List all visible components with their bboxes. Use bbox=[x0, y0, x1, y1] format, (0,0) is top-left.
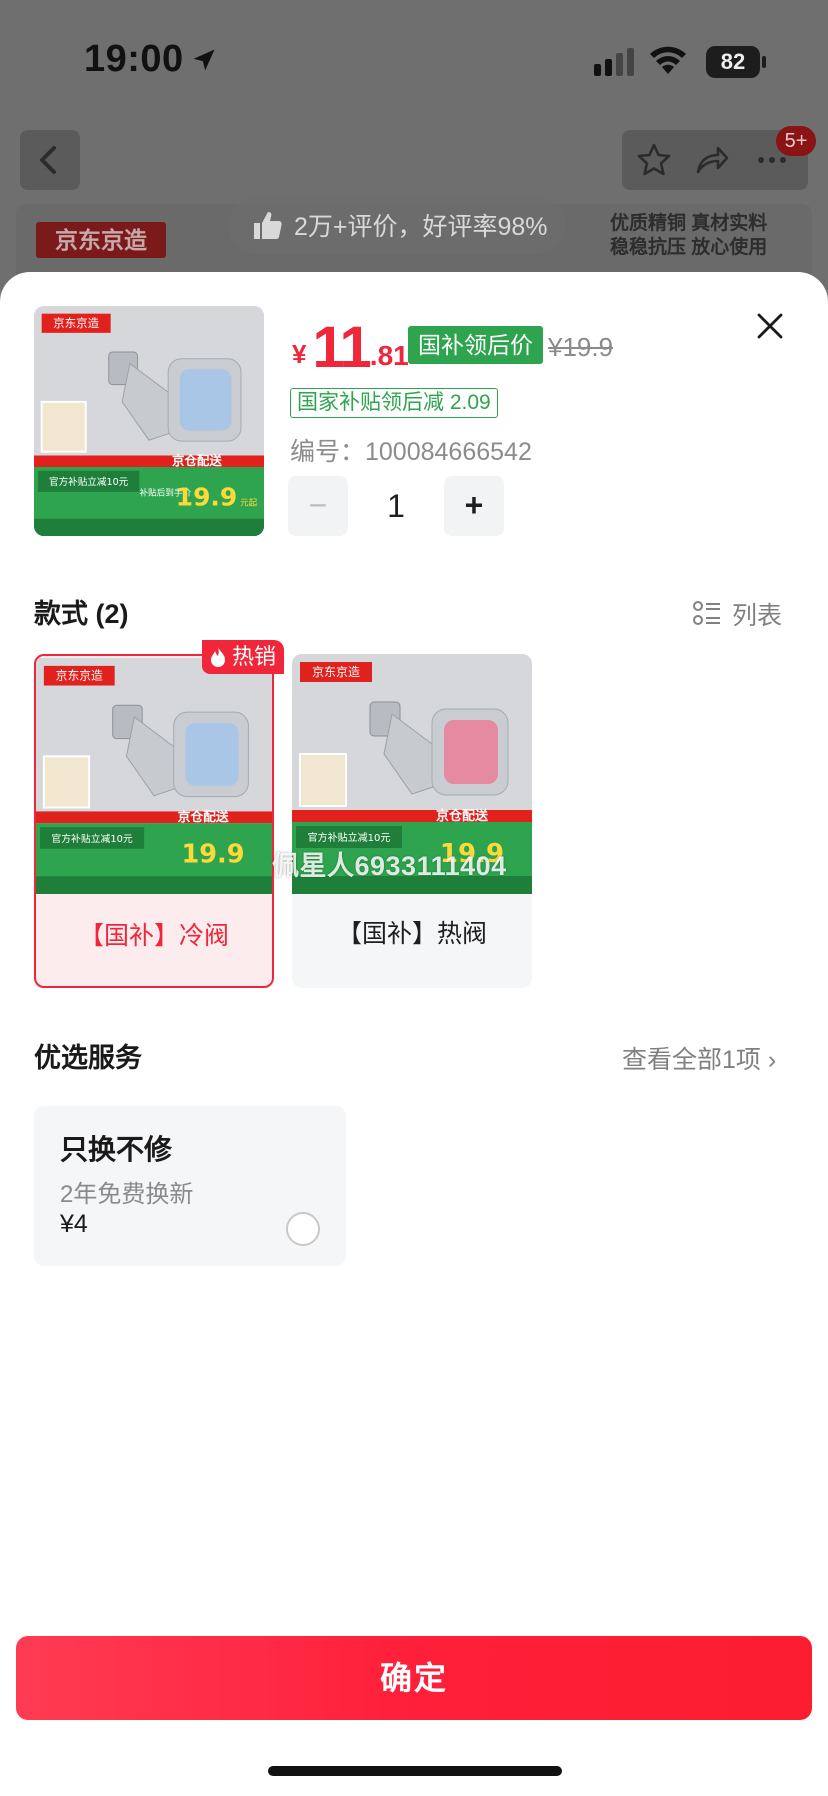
rating-text: 2万+评价，好评率98% bbox=[294, 213, 548, 241]
service-title: 只换不修 bbox=[60, 1134, 173, 1165]
sku-selector-sheet: 京东京造 京仓配送 官方补贴立减10元 补贴后到手价 19.9 元起 ¥ 11 … bbox=[0, 272, 828, 1796]
status-time: 19:00 bbox=[84, 38, 184, 80]
variant-subsidy: 官方补贴立减10元 bbox=[308, 831, 391, 844]
services-section-title: 优选服务 bbox=[34, 1043, 142, 1073]
variant-brand: 京东京造 bbox=[312, 665, 360, 679]
service-description: 2年免费换新 bbox=[60, 1181, 194, 1208]
variant-price: 19.9 bbox=[181, 840, 244, 870]
share-icon[interactable] bbox=[694, 142, 730, 178]
see-all-services-link[interactable]: 查看全部1项 › bbox=[622, 1040, 776, 1076]
status-bar: 19:00 82 bbox=[0, 0, 828, 120]
thumbs-up-icon bbox=[254, 212, 282, 239]
variant-label: 【国补】冷阀 bbox=[78, 922, 229, 950]
confirm-button[interactable]: 确定 bbox=[16, 1636, 812, 1720]
variant-brand: 京东京造 bbox=[56, 669, 103, 683]
quantity-stepper: − 1 + bbox=[288, 476, 504, 536]
hot-sale-label: 热销 bbox=[232, 644, 277, 669]
cart-count-badge: 5+ bbox=[776, 126, 816, 156]
thumb-brand: 京东京造 bbox=[53, 316, 99, 330]
feature-line: 稳稳抗压 放心使用 bbox=[610, 237, 768, 258]
hot-sale-badge: 热销 bbox=[202, 640, 285, 674]
flame-icon bbox=[211, 647, 225, 667]
original-price: ¥19.9 bbox=[548, 332, 614, 362]
price-decimal: .81 bbox=[369, 340, 409, 371]
styles-section-title: 款式 (2) bbox=[34, 599, 129, 629]
service-option-card[interactable]: 只换不修 2年免费换新 ¥4 bbox=[34, 1106, 346, 1266]
price: ¥ 11 .81 bbox=[292, 315, 409, 380]
location-arrow-icon bbox=[193, 49, 215, 71]
battery-cap bbox=[762, 56, 766, 68]
decrease-quantity-button[interactable]: − bbox=[288, 476, 348, 536]
price-symbol: ¥ bbox=[292, 339, 307, 369]
back-button[interactable] bbox=[20, 130, 80, 190]
rating-pill: 2万+评价，好评率98% bbox=[228, 196, 566, 254]
product-thumbnail: 京东京造 京仓配送 官方补贴立减10元 补贴后到手价 19.9 元起 bbox=[34, 306, 264, 536]
brand-tag: 京东京造 bbox=[36, 222, 166, 258]
cellular-signal-icon bbox=[594, 48, 634, 76]
thumb-price-unit: 元起 bbox=[240, 497, 258, 508]
list-icon bbox=[693, 601, 720, 625]
service-price: ¥4 bbox=[60, 1210, 88, 1238]
variant-subsidy: 官方补贴立减10元 bbox=[51, 832, 132, 845]
thumb-shipping: 京仓配送 bbox=[172, 453, 222, 468]
battery-level: 82 bbox=[706, 46, 760, 78]
service-radio-button[interactable] bbox=[286, 1212, 320, 1246]
home-indicator bbox=[268, 1766, 562, 1776]
wifi-icon bbox=[650, 46, 686, 74]
side-features: 优质精铜 真材实料 稳稳抗压 放心使用 bbox=[610, 212, 767, 260]
thumb-subsidy: 官方补贴立减10元 bbox=[49, 476, 129, 488]
quantity-value[interactable]: 1 bbox=[348, 488, 444, 525]
list-toggle-label: 列表 bbox=[732, 602, 783, 630]
valve-product-image: 京东京造 京仓配送 官方补贴立减10元 补贴后到手价 19.9 元起 bbox=[34, 306, 264, 536]
increase-quantity-button[interactable]: + bbox=[444, 476, 504, 536]
variant-shipping: 京仓配送 bbox=[178, 809, 229, 825]
watermark: 佩星人6933111404 bbox=[272, 851, 507, 881]
variant-label: 【国补】热阀 bbox=[336, 920, 487, 948]
variant-shipping: 京仓配送 bbox=[436, 808, 489, 824]
chevron-left-icon bbox=[40, 146, 56, 174]
variant-option-cold[interactable]: 京东京造 京仓配送 官方补贴立减10元 19.9 【国补】冷阀 bbox=[34, 654, 274, 988]
subsidy-price-tag: 国补领后价 bbox=[408, 326, 543, 364]
subsidy-discount-line: 国家补贴领后减 2.09 bbox=[290, 388, 498, 418]
feature-line: 优质精铜 真材实料 bbox=[610, 213, 768, 234]
close-icon[interactable] bbox=[750, 306, 790, 346]
variant-option-hot[interactable]: 京东京造 京仓配送 官方补贴立减10元 19.9 【国补】热阀 bbox=[292, 654, 532, 988]
favorite-star-icon[interactable] bbox=[636, 142, 672, 178]
thumb-price: 19.9 bbox=[176, 482, 237, 511]
variant-image: 京东京造 京仓配送 官方补贴立减10元 19.9 bbox=[36, 658, 272, 894]
list-view-toggle[interactable]: 列表 bbox=[692, 596, 782, 632]
price-integer: 11 bbox=[312, 315, 371, 380]
sku-number: 编号：100084666542 bbox=[290, 438, 532, 466]
